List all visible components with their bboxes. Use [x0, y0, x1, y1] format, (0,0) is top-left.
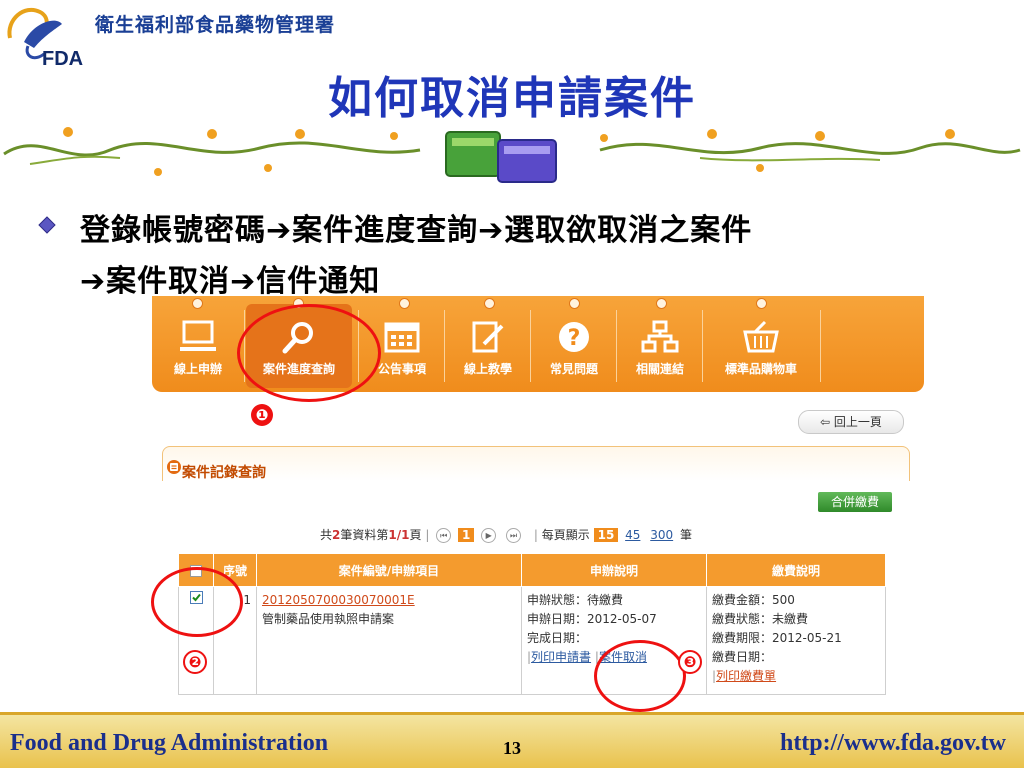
nav-item-online-apply[interactable]: 線上申辦 — [152, 296, 244, 392]
pager-divider: | — [533, 528, 538, 542]
nav-item-label: 線上申辦 — [173, 362, 222, 376]
pager-page: 1/1 — [388, 528, 410, 542]
nav-item-related-links[interactable]: 相關連結 — [618, 296, 702, 392]
page-size-option[interactable]: 15 — [593, 528, 619, 542]
column-header: 繳費說明 — [706, 553, 886, 587]
step-2-badge: ❷ — [183, 650, 207, 674]
case-item: 管制藥品使用執照申請案 — [262, 612, 395, 626]
merge-payment-button[interactable]: 合併繳費 — [818, 492, 892, 512]
column-header: 申辦說明 — [521, 553, 707, 587]
question-icon: ? — [559, 322, 589, 352]
back-arrow-icon: ⇦ — [820, 415, 834, 429]
nav-separator — [702, 310, 703, 382]
monitor-icon — [180, 320, 216, 351]
sitemap-icon — [641, 320, 679, 353]
print-payment-slip-link[interactable]: 列印繳費單 — [716, 669, 776, 683]
pager-text: 筆資料第 — [340, 528, 389, 542]
annotation-circle-step1 — [237, 304, 381, 402]
panel-title: 案件記錄查詢 — [182, 465, 266, 481]
slide-title: 如何取消申請案件 — [328, 73, 696, 124]
fee-date: 繳費日期： — [712, 650, 773, 664]
fee-deadline: 繳費期限：2012-05-21 — [712, 631, 842, 645]
agency-name: 衛生福利部食品藥物管理署 — [95, 14, 336, 36]
apply-status: 申辦狀態：待繳費 — [527, 593, 624, 607]
edit-icon — [472, 321, 504, 353]
nav-item-label: 常見問題 — [549, 362, 598, 376]
current-page[interactable]: 1 — [458, 528, 475, 542]
nav-separator — [444, 310, 445, 382]
last-page-icon[interactable]: ⏭ — [506, 528, 522, 543]
pagination-bar: 共2筆資料第1/1頁 | ⏮ 1 ▶ ⏭ | 每頁顯示 15 45 300 筆 — [320, 526, 692, 543]
back-button[interactable]: ⇦ 回上一頁 — [798, 410, 904, 434]
back-button-label: 回上一頁 — [833, 415, 882, 429]
step-1-badge: ❶ — [251, 404, 273, 426]
fee-info-cell: 繳費金額：500 繳費狀態：未繳費 繳費期限：2012-05-21 繳費日期： … — [706, 586, 886, 695]
case-table: 序號 案件編號/申辦項目 申辦說明 繳費說明 1 201205070003007… — [178, 553, 886, 710]
panel-bullet-icon — [167, 460, 181, 474]
pager-text: 共 — [320, 528, 333, 542]
nav-item-label: 線上教學 — [463, 362, 512, 376]
nav-item-shopping-cart[interactable]: 標準品購物車 — [704, 296, 818, 392]
table-row: 1 2012050700030070001E 管制藥品使用執照申請案 申辦狀態：… — [178, 586, 886, 695]
next-page-icon[interactable]: ▶ — [481, 528, 497, 543]
page-size-option[interactable]: 45 — [625, 528, 640, 542]
annotation-circle-step3 — [594, 640, 686, 712]
fee-status: 繳費狀態：未繳費 — [712, 612, 809, 626]
case-cell: 2012050700030070001E 管制藥品使用執照申請案 — [256, 586, 522, 695]
nav-item-label: 公告事項 — [377, 362, 426, 376]
nav-separator — [616, 310, 617, 382]
fee-amount: 繳費金額：500 — [712, 593, 795, 607]
nav-separator — [820, 310, 821, 382]
first-page-icon[interactable]: ⏮ — [436, 528, 452, 543]
table-header-row: 序號 案件編號/申辦項目 申辦說明 繳費說明 — [178, 553, 886, 587]
apply-date: 申辦日期：2012-05-07 — [527, 612, 657, 626]
page-size-option[interactable]: 300 — [650, 528, 673, 542]
diamond-bullet-icon — [38, 216, 56, 234]
bullet-text-line-2: ➔案件取消➔信件通知 — [80, 264, 381, 299]
svg-text:?: ? — [568, 326, 581, 351]
cart-icon — [743, 320, 779, 353]
footer-url: http://www.fda.gov.tw — [779, 730, 1006, 756]
calendar-icon — [384, 322, 420, 353]
nav-item-online-tutorial[interactable]: 線上教學 — [446, 296, 530, 392]
footer-divider — [0, 712, 1024, 715]
step-3-badge: ❸ — [678, 650, 702, 674]
pager-divider: | — [425, 528, 430, 542]
bullet-text-line-1: 登錄帳號密碼➔案件進度查詢➔選取欲取消之案件 — [80, 213, 753, 248]
pager-text: 頁 — [409, 528, 422, 542]
case-number-link[interactable]: 2012050700030070001E — [262, 591, 516, 610]
annotation-circle-step2 — [151, 567, 243, 637]
per-page-label: 每頁顯示 — [541, 528, 590, 542]
nav-item-faq[interactable]: ? 常見問題 — [532, 296, 616, 392]
column-header: 案件編號/申辦項目 — [256, 553, 522, 587]
nav-item-label: 相關連結 — [635, 362, 684, 376]
print-application-link[interactable]: 列印申請書 — [531, 650, 591, 664]
nav-item-label: 標準品購物車 — [724, 362, 797, 376]
pager-unit: 筆 — [679, 528, 692, 542]
nav-separator — [530, 310, 531, 382]
decorative-vine-icon — [3, 127, 1021, 183]
panel-header — [162, 446, 910, 481]
